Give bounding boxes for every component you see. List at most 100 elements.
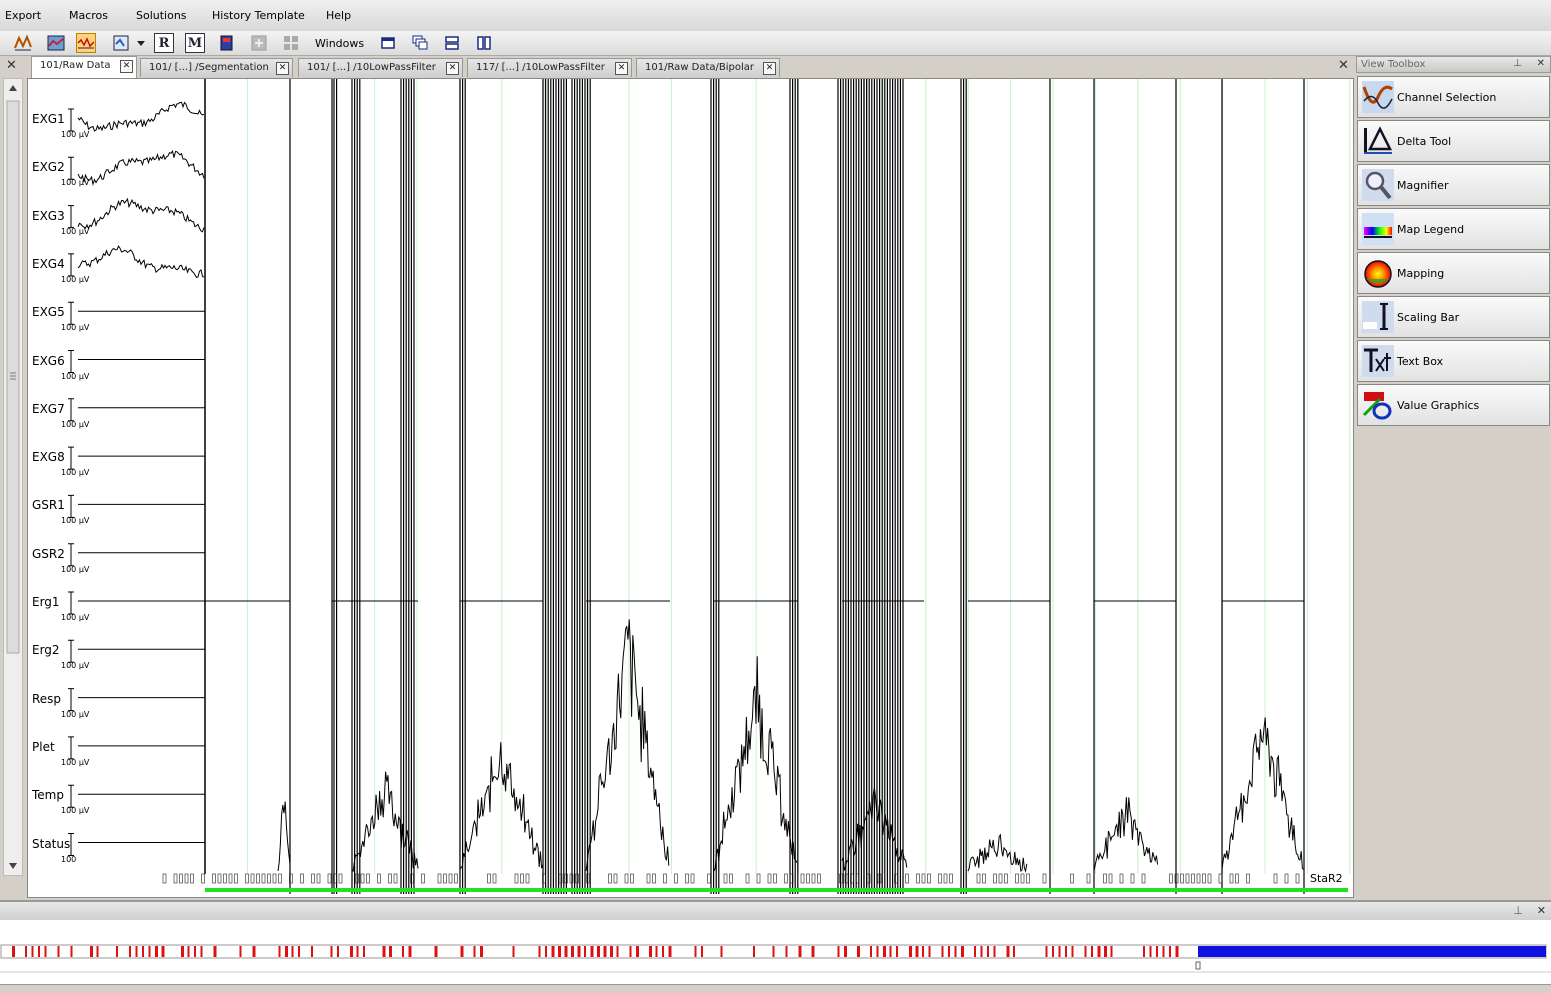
toolbar-m-button[interactable]: M bbox=[185, 33, 205, 53]
magnifier-icon bbox=[1362, 169, 1394, 201]
signal-plot-svg: StaR2 bbox=[68, 79, 1351, 894]
marker-label-glyph bbox=[525, 873, 530, 884]
tab-label: 101/Raw Data bbox=[40, 60, 111, 71]
burst-trace bbox=[1093, 797, 1159, 872]
map-legend-button[interactable]: Map Legend bbox=[1357, 208, 1550, 250]
scale-bar bbox=[68, 591, 74, 615]
overview-marker bbox=[993, 946, 996, 957]
scaling-bar-button[interactable]: Scaling Bar bbox=[1357, 296, 1550, 338]
overview-marker bbox=[135, 946, 138, 957]
overview-panel[interactable]: ⊥ ✕ bbox=[0, 900, 1551, 988]
toolbar-window-tile-horizontal-icon[interactable] bbox=[442, 33, 462, 53]
tab-close-icon[interactable]: ✕ bbox=[120, 60, 133, 73]
marker-label-glyph bbox=[1086, 873, 1091, 884]
menu-history-template[interactable]: History Template bbox=[212, 9, 305, 22]
toolbar-book-icon[interactable] bbox=[217, 33, 237, 53]
overview-marker bbox=[694, 946, 697, 957]
toolbar-disabled-1-icon[interactable] bbox=[249, 33, 269, 53]
close-icon[interactable]: ✕ bbox=[1537, 904, 1546, 917]
tab-close-icon[interactable]: ✕ bbox=[763, 62, 776, 75]
marker-label-glyph bbox=[190, 873, 194, 884]
channel-scrollbar[interactable] bbox=[3, 78, 23, 876]
overview-marker bbox=[597, 946, 600, 957]
marker-label-glyph bbox=[327, 873, 332, 884]
delta-tool-button[interactable]: Delta Tool bbox=[1357, 120, 1550, 162]
overview-marker bbox=[434, 946, 438, 957]
menu-solutions[interactable]: Solutions bbox=[136, 9, 187, 22]
toolbar-waveform-icon[interactable] bbox=[13, 33, 33, 53]
overview-marker bbox=[1149, 946, 1152, 957]
document-close-icon[interactable]: ✕ bbox=[1338, 58, 1349, 73]
marker-label-glyph bbox=[646, 873, 651, 884]
toolbar-r-button[interactable]: R bbox=[154, 33, 174, 53]
book-icon bbox=[220, 35, 233, 51]
tab-101-lowpass[interactable]: 101/ [...] /10LowPassFilter ✕ bbox=[298, 58, 463, 77]
magnifier-button[interactable]: Magnifier bbox=[1357, 164, 1550, 206]
marker-label-glyph bbox=[201, 873, 205, 884]
tab-segmentation[interactable]: 101/ [...] /Segmentation ✕ bbox=[140, 58, 293, 77]
toolbar-signal-view-icon[interactable] bbox=[76, 33, 96, 53]
mapping-button[interactable]: Mapping bbox=[1357, 252, 1550, 294]
toolbar-window-cascade-icon[interactable] bbox=[410, 33, 430, 53]
marker-label-glyph bbox=[1246, 873, 1250, 884]
overview-marker bbox=[408, 946, 412, 957]
tab-close-icon[interactable]: ✕ bbox=[446, 62, 459, 75]
left-panel-close-icon[interactable]: ✕ bbox=[6, 58, 17, 73]
pin-icon[interactable]: ⊥ bbox=[1513, 904, 1523, 917]
overview-marker bbox=[311, 946, 313, 957]
overview-marker bbox=[473, 946, 476, 957]
marker-label-glyph bbox=[1015, 873, 1019, 884]
overview-marker bbox=[545, 946, 547, 957]
tab-bipolar[interactable]: 101/Raw Data/Bipolar ✕ bbox=[636, 58, 780, 77]
toolbar-window-new-icon[interactable] bbox=[378, 33, 398, 53]
menu-export[interactable]: Export bbox=[5, 9, 41, 22]
value-graphics-label: Value Graphics bbox=[1397, 399, 1480, 412]
overview-marker bbox=[200, 946, 203, 957]
overview-marker bbox=[512, 946, 515, 957]
marker-label-glyph bbox=[267, 873, 271, 884]
toolbar-disabled-2-icon[interactable] bbox=[281, 33, 301, 53]
menu-help[interactable]: Help bbox=[326, 9, 351, 22]
scaling-bar-label: Scaling Bar bbox=[1397, 311, 1460, 324]
overview-marker bbox=[961, 946, 964, 957]
overview-marker bbox=[12, 946, 15, 957]
marker-label-glyph bbox=[1180, 873, 1184, 884]
marker-label-glyph bbox=[690, 873, 695, 884]
pin-icon[interactable]: ⊥ bbox=[1513, 58, 1522, 69]
value-graphics-button[interactable]: Value Graphics bbox=[1357, 384, 1550, 426]
toolbar-dropdown-chevron-icon[interactable] bbox=[135, 33, 147, 53]
marker-label-glyph bbox=[1284, 873, 1289, 884]
channel-selection-button[interactable]: Channel Selection bbox=[1357, 76, 1550, 118]
marker-label-glyph bbox=[272, 873, 277, 884]
marker-label-glyph bbox=[520, 873, 524, 884]
overview-marker bbox=[564, 946, 568, 957]
toolbar-window-tile-vertical-icon[interactable] bbox=[474, 33, 494, 53]
tab-raw-data[interactable]: 101/Raw Data ✕ bbox=[31, 56, 137, 78]
overview-marker bbox=[31, 946, 34, 957]
map-legend-label: Map Legend bbox=[1397, 223, 1465, 236]
menu-macros[interactable]: Macros bbox=[69, 9, 108, 22]
marker-label-glyph bbox=[388, 873, 392, 884]
signal-plot-area[interactable]: EXG1 100 µV EXG2 100 µV EXG3 100 µV EXG4 100 µV… bbox=[27, 78, 1354, 898]
marker-label-glyph bbox=[1295, 873, 1300, 884]
marker-label-glyph bbox=[943, 873, 948, 884]
tab-117-lowpass[interactable]: 117/ [...] /10LowPassFilter ✕ bbox=[467, 58, 632, 77]
toolbar-map-icon[interactable] bbox=[46, 33, 66, 53]
tab-close-icon[interactable]: ✕ bbox=[615, 62, 628, 75]
overview-marker bbox=[1097, 946, 1101, 957]
marker-label-glyph bbox=[421, 873, 425, 884]
overview-strip[interactable] bbox=[0, 920, 1551, 986]
marker-label-glyph bbox=[745, 873, 750, 884]
marker-label-glyph bbox=[360, 873, 365, 884]
tab-close-icon[interactable]: ✕ bbox=[276, 62, 289, 75]
cascade-windows-icon bbox=[412, 35, 428, 50]
text-box-button[interactable]: Text Box bbox=[1357, 340, 1550, 382]
marker-label-glyph bbox=[250, 873, 255, 884]
marker-label-glyph bbox=[162, 873, 167, 884]
marker-label-glyph bbox=[1130, 873, 1135, 884]
close-icon[interactable]: ✕ bbox=[1537, 58, 1545, 69]
marker-label-glyph bbox=[927, 873, 931, 884]
toolbar-layout-icon[interactable] bbox=[111, 33, 131, 53]
overview-marker bbox=[753, 946, 755, 957]
overview-marker bbox=[1006, 946, 1010, 957]
